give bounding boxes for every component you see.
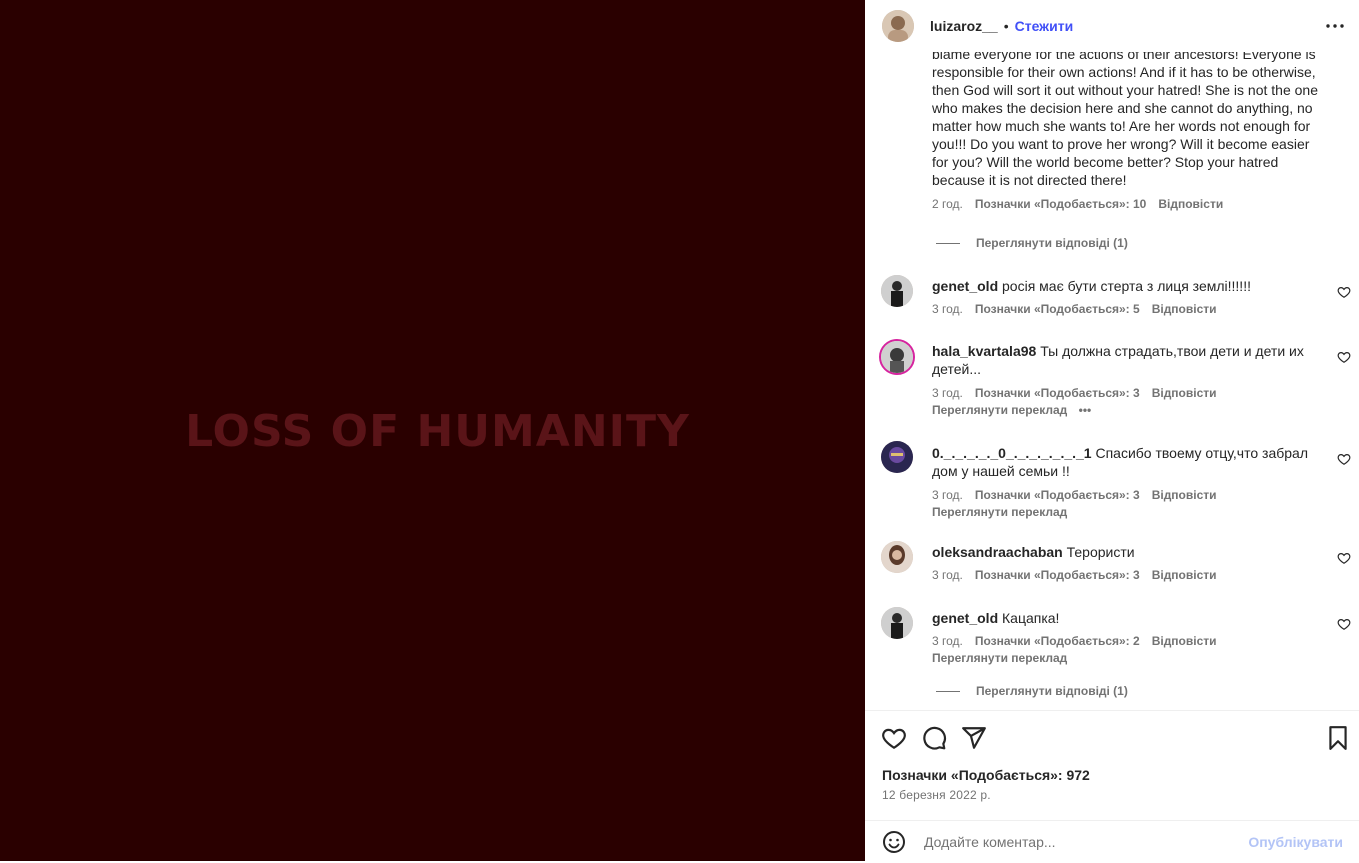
share-icon[interactable] [961,725,987,751]
comment-meta: 3 год. Позначки «Подобається»: 3 Відпові… [932,568,1327,582]
post-media[interactable]: LOSS OF HUMANITY [0,0,865,861]
comment-text: blame everyone for the actions of their … [932,52,1318,188]
comment-text: Кацапка! [1002,610,1060,626]
heart-icon[interactable] [881,725,907,751]
author-username[interactable]: luizaroz__ [930,18,998,34]
comment-input[interactable] [922,833,1246,851]
comment-username[interactable]: genet_old [932,610,998,626]
like-comment-heart-icon[interactable] [1337,452,1351,466]
reply-button[interactable]: Відповісти [1152,634,1217,648]
reply-button[interactable]: Відповісти [1152,488,1217,502]
comment-meta: 3 год. Позначки «Подобається»: 2 Відпові… [932,634,1327,648]
commenter-avatar[interactable] [881,441,913,473]
comment-meta: 2 год. Позначки «Подобається»: 10 Відпов… [932,197,1327,211]
comment-time: 3 год. [932,302,963,316]
reply-button[interactable]: Відповісти [1152,302,1217,316]
comment-text: Терористи [1066,544,1135,560]
view-replies-label: Переглянути відповіді (1) [976,684,1128,698]
like-comment-heart-icon[interactable] [1337,285,1351,299]
view-replies-line [936,242,960,244]
comment-meta: 3 год. Позначки «Подобається»: 5 Відпові… [932,302,1327,316]
like-comment-heart-icon[interactable] [1337,551,1351,565]
header-separator: • [1003,18,1009,34]
comment-time: 3 год. [932,488,963,502]
emoji-icon[interactable] [882,830,906,854]
comment-username[interactable]: 0._._._._._0_._._._._._._1 [932,445,1092,461]
view-replies-label: Переглянути відповіді (1) [976,236,1128,250]
comments-list[interactable]: blame everyone for the actions of their … [865,52,1359,710]
comment-likes[interactable]: Позначки «Подобається»: 10 [975,197,1146,211]
comment-more-icon[interactable]: ••• [1079,403,1092,417]
comment-icon[interactable] [921,725,947,751]
comment-username[interactable]: hala_kvartala98 [932,343,1036,359]
add-comment-bar: Опублікувати [865,820,1359,863]
view-replies-button[interactable]: Переглянути відповіді (1) [936,684,1128,698]
view-replies-line [936,690,960,692]
commenter-avatar[interactable] [879,339,915,375]
comment-time: 3 год. [932,634,963,648]
comment-meta: 3 год. Позначки «Подобається»: 3 Відпові… [932,386,1327,400]
see-translation-button[interactable]: Переглянути переклад [932,505,1327,519]
view-replies-button[interactable]: Переглянути відповіді (1) [936,236,1128,250]
bookmark-icon[interactable] [1325,725,1351,751]
likes-count[interactable]: Позначки «Подобається»: 972 [882,767,1090,783]
see-translation-button[interactable]: Переглянути переклад [932,403,1067,417]
commenter-avatar[interactable] [881,607,913,639]
comment-time: 3 год. [932,386,963,400]
author-avatar[interactable] [882,10,914,42]
commenter-avatar[interactable] [881,541,913,573]
comment-text: росія має бути стерта з лиця землі!!!!!! [1002,278,1251,294]
comment-likes[interactable]: Позначки «Подобається»: 2 [975,634,1140,648]
comment-meta: 3 год. Позначки «Подобається»: 3 Відпові… [932,488,1327,502]
like-comment-heart-icon[interactable] [1337,350,1351,364]
comment-likes[interactable]: Позначки «Подобається»: 3 [975,568,1140,582]
comment-time: 3 год. [932,568,963,582]
commenter-avatar[interactable] [881,275,913,307]
comment-username[interactable]: genet_old [932,278,998,294]
follow-button[interactable]: Стежити [1015,18,1074,34]
comment-username[interactable]: oleksandraachaban [932,544,1063,560]
reply-button[interactable]: Відповісти [1152,568,1217,582]
reply-button[interactable]: Відповісти [1158,197,1223,211]
comment-likes[interactable]: Позначки «Подобається»: 3 [975,386,1140,400]
like-comment-heart-icon[interactable] [1337,617,1351,631]
see-translation-button[interactable]: Переглянути переклад [932,651,1327,665]
post-actions: Позначки «Подобається»: 972 12 березня 2… [865,710,1359,862]
more-options-icon[interactable] [1323,14,1347,38]
media-title: LOSS OF HUMANITY [185,406,690,457]
comment-likes[interactable]: Позначки «Подобається»: 5 [975,302,1140,316]
post-date: 12 березня 2022 р. [882,788,991,802]
post-header: luizaroz__ • Стежити [865,0,1359,52]
comment-likes[interactable]: Позначки «Подобається»: 3 [975,488,1140,502]
reply-button[interactable]: Відповісти [1152,386,1217,400]
publish-button[interactable]: Опублікувати [1248,834,1343,850]
comment-time: 2 год. [932,197,963,211]
post-panel: luizaroz__ • Стежити blame everyone for … [865,0,1359,861]
